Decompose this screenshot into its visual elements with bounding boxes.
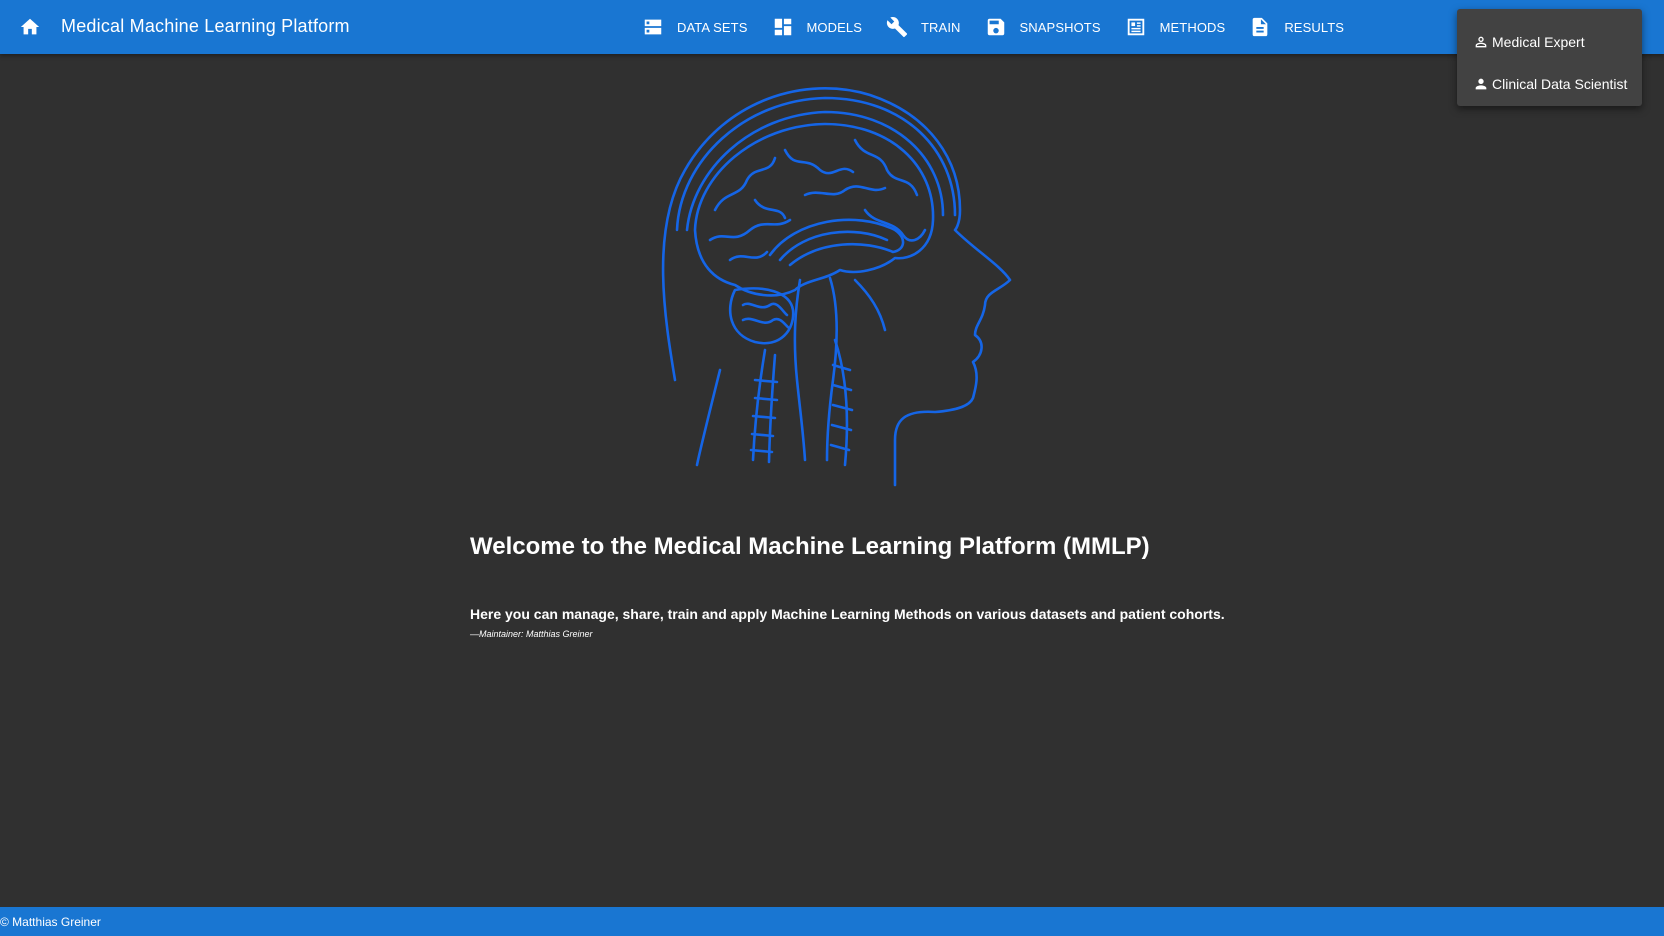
nav-methods-label: METHODS xyxy=(1159,19,1226,35)
dashboard-icon xyxy=(774,18,791,36)
save-icon xyxy=(987,18,1004,36)
nav-results-label: RESULTS xyxy=(1284,19,1345,35)
nav-train[interactable]: TRAIN xyxy=(876,9,975,45)
home-icon xyxy=(20,18,40,35)
menu-item-medical-expert[interactable]: Medical Expert xyxy=(1457,21,1642,63)
nav-data-sets[interactable]: DATA SETS xyxy=(632,9,762,45)
nav-models[interactable]: MODELS xyxy=(762,9,877,45)
menu-item-medical-expert-label: Medical Expert xyxy=(1492,34,1585,50)
maintainer-caption: —Maintainer: Matthias Greiner xyxy=(470,629,593,639)
app-title[interactable]: Medical Machine Learning Platform xyxy=(61,16,350,37)
wrench-icon xyxy=(886,17,908,38)
nav-results[interactable]: RESULTS xyxy=(1239,9,1358,45)
nav-models-label: MODELS xyxy=(806,19,863,35)
brain-head-illustration xyxy=(661,87,1012,487)
footer: © Matthias Greiner xyxy=(0,907,1664,936)
description-icon xyxy=(1252,17,1268,37)
footer-copyright: © Matthias Greiner xyxy=(0,915,101,929)
nav-snapshots-label: SNAPSHOTS xyxy=(1019,19,1101,35)
article-icon xyxy=(1127,18,1144,36)
nav-train-label: TRAIN xyxy=(921,19,961,35)
menu-item-clinical-data-scientist[interactable]: Clinical Data Scientist xyxy=(1457,63,1642,105)
menu-item-clinical-data-scientist-label: Clinical Data Scientist xyxy=(1492,76,1628,92)
person-icon xyxy=(1475,78,1487,90)
person-outline-icon xyxy=(1475,36,1487,48)
nav-methods[interactable]: METHODS xyxy=(1115,9,1240,45)
nav-snapshots[interactable]: SNAPSHOTS xyxy=(975,9,1115,45)
intro-text: Here you can manage, share, train and ap… xyxy=(470,606,1225,622)
nav-data-sets-label: DATA SETS xyxy=(677,19,748,35)
welcome-heading: Welcome to the Medical Machine Learning … xyxy=(470,533,1150,560)
user-role-menu: Medical Expert Clinical Data Scientist xyxy=(1457,9,1642,106)
home-button[interactable] xyxy=(18,15,42,39)
top-toolbar: Medical Machine Learning Platform DATA S… xyxy=(0,0,1664,54)
storage-icon xyxy=(644,19,662,35)
main-nav: DATA SETS MODELS TRAIN SNAPSHOTS METHODS… xyxy=(632,0,1358,54)
